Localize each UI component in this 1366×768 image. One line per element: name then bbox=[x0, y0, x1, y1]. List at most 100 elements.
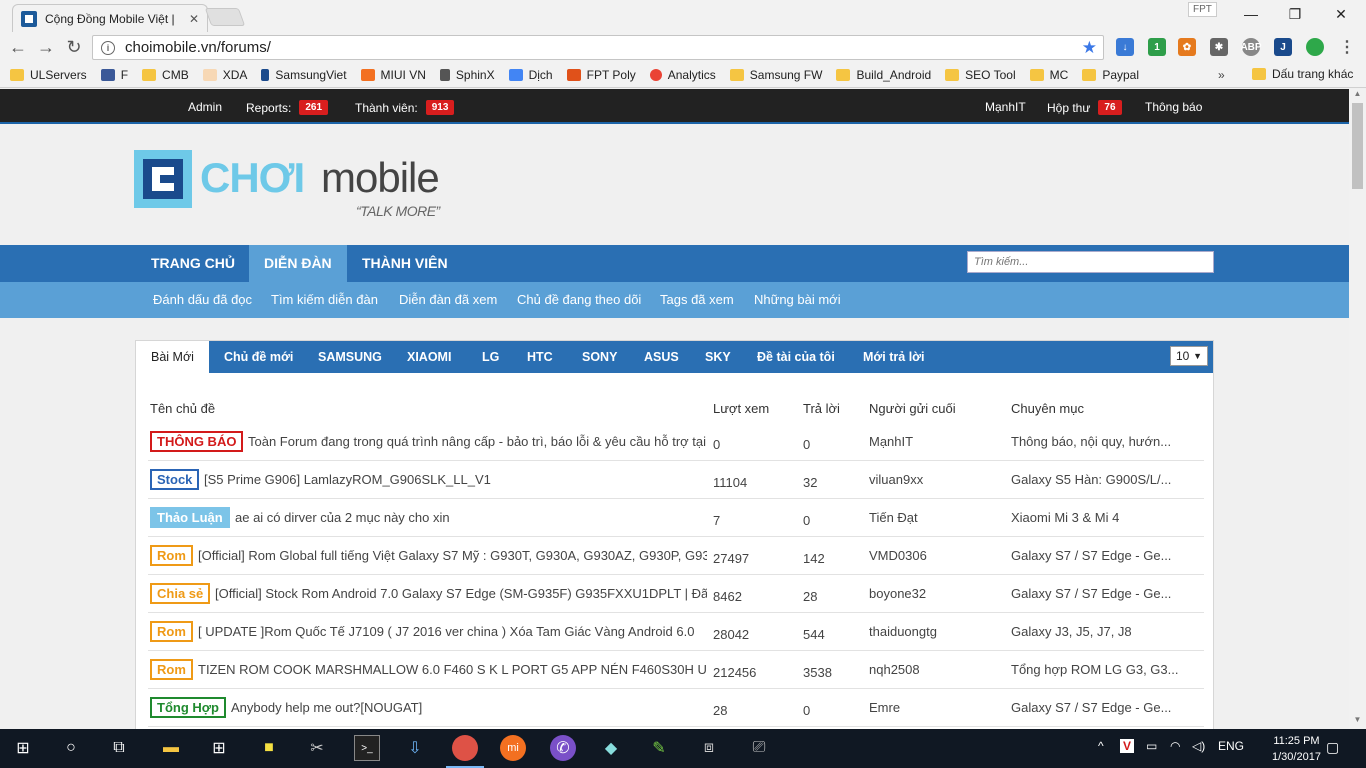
bookmark-item[interactable]: F bbox=[100, 68, 128, 82]
tab-new-posts[interactable]: Bài Mới bbox=[136, 341, 209, 373]
bookmark-item[interactable]: FPT Poly bbox=[566, 68, 636, 82]
thread-title-link[interactable]: Toàn Forum đang trong quá trình nâng cấp… bbox=[248, 434, 707, 449]
forward-arrow-icon[interactable]: → bbox=[34, 36, 58, 58]
thread-prefix-badge[interactable]: THÔNG BÁO bbox=[150, 431, 244, 452]
browser-tab-active[interactable]: Cộng Đồng Mobile Việt | ✕ bbox=[12, 4, 208, 32]
battery-icon[interactable]: ▭ bbox=[1146, 739, 1157, 753]
category-link[interactable]: Galaxy J3, J5, J7, J8 bbox=[1011, 624, 1186, 639]
notepad-icon[interactable]: ✎ bbox=[646, 735, 672, 761]
item-count-select[interactable]: 10 ▼ bbox=[1170, 346, 1208, 366]
tab-new-threads[interactable]: Chủ đề mới bbox=[224, 341, 293, 373]
bookmark-item[interactable]: MIUI VN bbox=[360, 68, 426, 82]
network-app-icon[interactable]: ⧈ bbox=[696, 735, 722, 761]
tab-asus[interactable]: ASUS bbox=[644, 341, 679, 373]
thread-title-link[interactable]: Anybody help me out?[NOUGAT] bbox=[231, 700, 707, 715]
thread-prefix-badge[interactable]: Chia sẻ bbox=[150, 583, 211, 604]
reports-link[interactable]: Reports: 261 bbox=[246, 100, 329, 115]
address-bar[interactable]: i choimobile.vn/forums/ ★ bbox=[92, 35, 1104, 60]
tab-sky[interactable]: SKY bbox=[705, 341, 731, 373]
tab-recent-replies[interactable]: Mới trả lời bbox=[863, 341, 925, 373]
table-row[interactable]: Rom TIZEN ROM COOK MARSHMALLOW 6.0 F460 S… bbox=[148, 651, 1204, 689]
page-scrollbar[interactable]: ▲ ▼ bbox=[1349, 89, 1366, 729]
last-poster-link[interactable]: nqh2508 bbox=[869, 662, 920, 677]
extension-green-icon[interactable]: 1 bbox=[1148, 38, 1166, 56]
download-manager-icon[interactable]: ⇩ bbox=[402, 735, 428, 761]
subnav-mark-read[interactable]: Đánh dấu đã đọc bbox=[153, 292, 252, 307]
bookmark-item[interactable]: Dịch bbox=[508, 68, 553, 82]
action-center-icon[interactable]: ▢ bbox=[1326, 739, 1339, 756]
new-tab-button[interactable] bbox=[204, 8, 246, 26]
table-row[interactable]: Rom [ UPDATE ]Rom Quốc Tế J7109 ( J7 2016… bbox=[148, 613, 1204, 651]
bookmark-item[interactable]: ULServers bbox=[10, 68, 87, 82]
table-row[interactable]: Stock [S5 Prime G906] LamlazyROM_G906SLK_… bbox=[148, 461, 1204, 499]
nav-home[interactable]: TRANG CHỦ bbox=[136, 245, 250, 282]
bookmark-item[interactable]: Build_Android bbox=[836, 68, 931, 82]
extension-leaf-icon[interactable] bbox=[1306, 38, 1324, 56]
username-link[interactable]: MạnhIT bbox=[985, 100, 1026, 114]
last-poster-link[interactable]: Tiến Đạt bbox=[869, 510, 918, 525]
thread-title-link[interactable]: TIZEN ROM COOK MARSHMALLOW 6.0 F460 S K … bbox=[198, 662, 707, 677]
windows-start-icon[interactable]: ⊞ bbox=[10, 735, 36, 761]
extension-puzzle-icon[interactable]: ✱ bbox=[1210, 38, 1228, 56]
info-icon[interactable]: i bbox=[101, 40, 115, 55]
restore-icon[interactable]: ❐ bbox=[1272, 2, 1318, 26]
last-poster-link[interactable]: boyone32 bbox=[869, 586, 926, 601]
last-poster-link[interactable]: viluan9xx bbox=[869, 472, 923, 487]
scroll-thumb[interactable] bbox=[1352, 103, 1363, 189]
category-link[interactable]: Tổng hợp ROM LG G3, G3... bbox=[1011, 662, 1186, 677]
antivirus-icon[interactable]: V bbox=[1120, 739, 1135, 753]
thread-title-link[interactable]: [Official] Stock Rom Android 7.0 Galaxy … bbox=[215, 586, 707, 601]
admin-link[interactable]: Admin bbox=[188, 100, 222, 114]
thread-title-link[interactable]: [Official] Rom Global full tiếng Việt Ga… bbox=[198, 548, 707, 563]
bookmark-item[interactable]: CMB bbox=[142, 68, 189, 82]
last-poster-link[interactable]: Emre bbox=[869, 700, 900, 715]
tab-close-icon[interactable]: ✕ bbox=[189, 12, 199, 26]
bookmarks-more-icon[interactable]: » bbox=[1218, 68, 1225, 82]
alerts-link[interactable]: Thông báo bbox=[1145, 100, 1202, 114]
tab-htc[interactable]: HTC bbox=[527, 341, 553, 373]
category-link[interactable]: Galaxy S7 / S7 Edge - Ge... bbox=[1011, 700, 1186, 715]
profile-badge[interactable]: FPT bbox=[1188, 2, 1217, 17]
reload-icon[interactable]: ↻ bbox=[62, 36, 86, 58]
thread-prefix-badge[interactable]: Tổng Hợp bbox=[150, 697, 226, 718]
cortana-icon[interactable]: ○ bbox=[58, 735, 84, 761]
thread-prefix-badge[interactable]: Rom bbox=[150, 621, 193, 642]
clock[interactable]: 11:25 PM 1/30/2017 bbox=[1272, 733, 1321, 765]
thread-prefix-badge[interactable]: Rom bbox=[150, 545, 193, 566]
language-indicator[interactable]: ENG bbox=[1218, 739, 1244, 753]
table-row[interactable]: Rom [Official] Rom Global full tiếng Việt… bbox=[148, 537, 1204, 575]
tools-icon[interactable]: ✂ bbox=[304, 735, 330, 761]
menu-dots-icon[interactable]: ⋮ bbox=[1338, 38, 1356, 56]
url-text[interactable]: choimobile.vn/forums/ bbox=[125, 39, 271, 56]
bookmark-item[interactable]: Analytics bbox=[649, 68, 716, 82]
back-arrow-icon[interactable]: ← bbox=[6, 36, 30, 58]
tab-samsung[interactable]: SAMSUNG bbox=[318, 341, 382, 373]
subnav-watched-threads[interactable]: Chủ đề đang theo dõi bbox=[517, 292, 641, 307]
wifi-icon[interactable]: ◠ bbox=[1170, 739, 1180, 753]
tab-my-threads[interactable]: Đề tài của tôi bbox=[757, 341, 835, 373]
adblock-icon[interactable]: ABP bbox=[1240, 38, 1262, 56]
thread-title-link[interactable]: [ UPDATE ]Rom Quốc Tế J7109 ( J7 2016 ve… bbox=[198, 624, 707, 639]
bookmark-item[interactable]: Samsung FW bbox=[729, 68, 822, 82]
extension-blue-icon[interactable]: J bbox=[1274, 38, 1292, 56]
bookmark-item[interactable]: XDA bbox=[202, 68, 247, 82]
other-bookmarks[interactable]: Dấu trang khác bbox=[1252, 67, 1353, 81]
category-link[interactable]: Galaxy S7 / S7 Edge - Ge... bbox=[1011, 586, 1186, 601]
bookmark-item[interactable]: MC bbox=[1029, 68, 1068, 82]
subnav-watched-forums[interactable]: Diễn đàn đã xem bbox=[399, 292, 497, 307]
remote-icon[interactable]: ⎚ bbox=[746, 735, 772, 761]
chrome-icon[interactable] bbox=[452, 735, 478, 761]
volume-icon[interactable]: ◁) bbox=[1192, 739, 1205, 753]
close-window-icon[interactable]: ✕ bbox=[1318, 2, 1364, 26]
thread-title-link[interactable]: ae ai có dirver của 2 mục này cho xin bbox=[235, 510, 707, 525]
last-poster-link[interactable]: MạnhIT bbox=[869, 434, 913, 449]
last-poster-link[interactable]: VMD0306 bbox=[869, 548, 927, 563]
scroll-up-icon[interactable]: ▲ bbox=[1349, 89, 1366, 103]
table-row[interactable]: Chia sẻ [Official] Stock Rom Android 7.0 … bbox=[148, 575, 1204, 613]
bookmark-star-icon[interactable]: ★ bbox=[1082, 38, 1097, 58]
category-link[interactable]: Xiaomi Mi 3 & Mi 4 bbox=[1011, 510, 1186, 525]
bookmark-item[interactable]: SphinX bbox=[439, 68, 495, 82]
thread-prefix-badge[interactable]: Stock bbox=[150, 469, 200, 490]
extension-download-icon[interactable]: ↓ bbox=[1116, 38, 1134, 56]
nav-members[interactable]: THÀNH VIÊN bbox=[347, 245, 463, 282]
